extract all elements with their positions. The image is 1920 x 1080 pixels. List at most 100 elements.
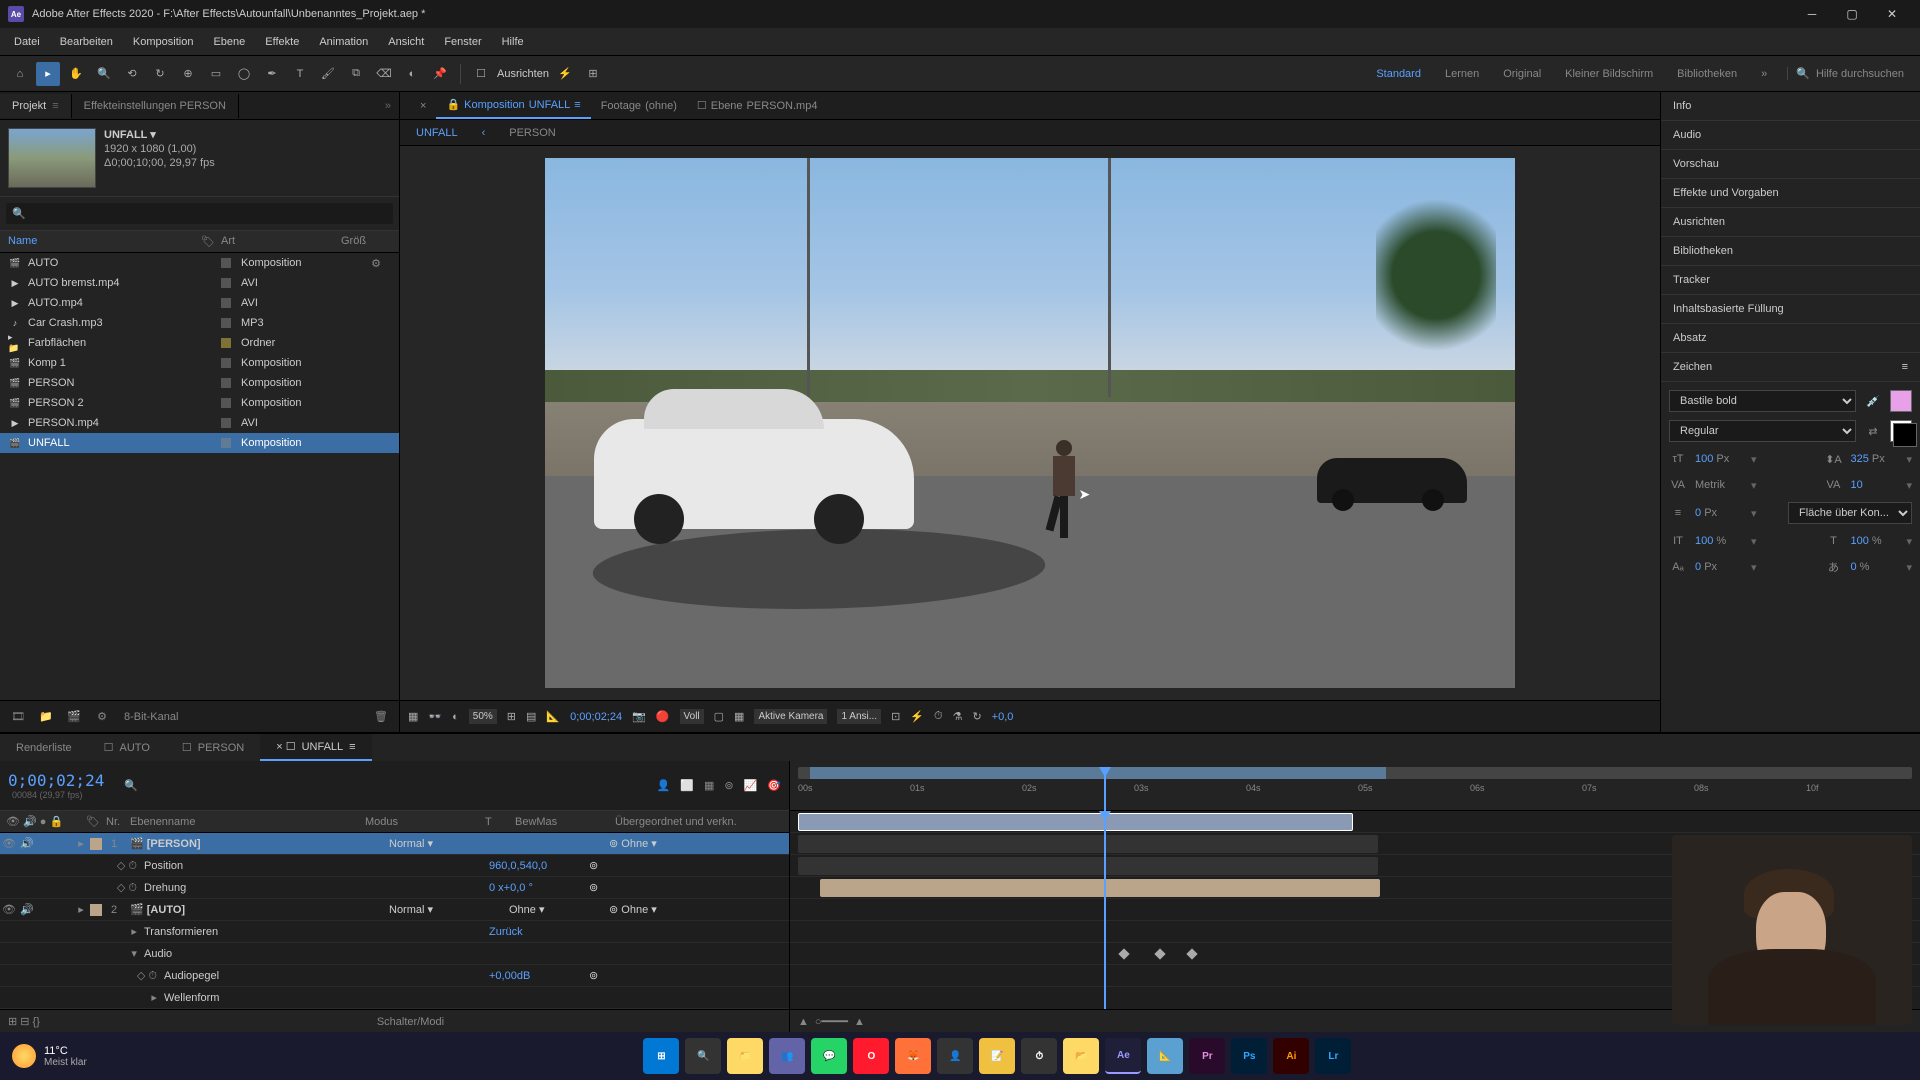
selection-tool[interactable]: ▸ xyxy=(36,62,60,86)
font-family-select[interactable]: Bastile bold xyxy=(1669,390,1856,412)
taskbar-app1[interactable]: 👤 xyxy=(937,1038,973,1074)
taskbar-opera[interactable]: O xyxy=(853,1038,889,1074)
stroke-color-swatch[interactable] xyxy=(1890,420,1912,442)
taskbar-explorer[interactable]: 📁 xyxy=(727,1038,763,1074)
project-item[interactable]: ▶AUTO bremst.mp4AVI xyxy=(0,273,399,293)
timeline-search[interactable]: 🔍 xyxy=(124,779,138,792)
rp-effekte[interactable]: Effekte und Vorgaben xyxy=(1661,179,1920,208)
snapshot-icon[interactable]: 📷 xyxy=(632,710,646,723)
rp-absatz[interactable]: Absatz xyxy=(1661,324,1920,353)
font-size[interactable]: 100 Px xyxy=(1695,453,1743,465)
3d-icon[interactable]: 👓 xyxy=(428,710,442,723)
comp-subtab-person[interactable]: PERSON xyxy=(501,123,563,143)
menu-effekte[interactable]: Effekte xyxy=(255,32,309,52)
pixel-aspect-icon[interactable]: ⊡ xyxy=(891,710,900,723)
zoom-level[interactable]: 50% xyxy=(469,709,497,724)
transparency-icon[interactable]: ▦ xyxy=(734,710,744,723)
taskbar-whatsapp[interactable]: 💬 xyxy=(811,1038,847,1074)
rp-tracker[interactable]: Tracker xyxy=(1661,266,1920,295)
menu-datei[interactable]: Datei xyxy=(4,32,50,52)
refresh-icon[interactable]: ↻ xyxy=(972,710,981,723)
taskbar-app2[interactable]: 📝 xyxy=(979,1038,1015,1074)
col-size[interactable]: Größ xyxy=(341,235,391,248)
tl-frameblend-icon[interactable]: ▦ xyxy=(704,779,714,792)
timeline-layer[interactable]: ▸ TransformierenZurück xyxy=(0,921,789,943)
taskbar-firefox[interactable]: 🦊 xyxy=(895,1038,931,1074)
timeline-layer[interactable]: ◇ ⏱ Audiopegel+0,00dB⊚ xyxy=(0,965,789,987)
text-tool[interactable]: T xyxy=(288,62,312,86)
project-item[interactable]: ▶PERSON.mp4AVI xyxy=(0,413,399,433)
workspace-original[interactable]: Original xyxy=(1503,68,1541,80)
timeline-layers[interactable]: 👁🔊▸1🎬 [PERSON]Normal ▾ ⊚ Ohne ▾◇ ⏱ Posit… xyxy=(0,833,789,1009)
swap-icon[interactable]: ⇄ xyxy=(1864,422,1882,440)
home-icon[interactable]: ⌂ xyxy=(8,62,32,86)
current-time[interactable]: 0;00;02;24 xyxy=(570,711,622,723)
minimize-button[interactable]: ─ xyxy=(1792,0,1832,28)
rp-vorschau[interactable]: Vorschau xyxy=(1661,150,1920,179)
roi-icon[interactable]: ▢ xyxy=(714,710,724,723)
new-folder-icon[interactable]: 📁 xyxy=(36,707,56,727)
tl-tab-unfall[interactable]: × ☐ UNFALL ≡ xyxy=(260,734,371,761)
taskbar-pr[interactable]: Pr xyxy=(1189,1038,1225,1074)
leading[interactable]: 325 Px xyxy=(1850,453,1898,465)
vscale[interactable]: 100 % xyxy=(1695,535,1743,547)
alpha-icon[interactable]: ▦ xyxy=(408,710,418,723)
project-item[interactable]: 🎬AUTOKomposition⚙ xyxy=(0,253,399,273)
project-list[interactable]: 🎬AUTOKomposition⚙▶AUTO bremst.mp4AVI▶AUT… xyxy=(0,253,399,700)
project-item[interactable]: 🎬PERSON 2Komposition xyxy=(0,393,399,413)
project-tab[interactable]: Projekt≡ xyxy=(0,94,72,118)
new-comp-icon[interactable]: 🎬 xyxy=(64,707,84,727)
taskbar-app3[interactable]: 📐 xyxy=(1147,1038,1183,1074)
zoom-out-icon[interactable]: ▲ xyxy=(798,1016,809,1028)
views-select[interactable]: 1 Ansi... xyxy=(837,709,881,724)
workspace-standard[interactable]: Standard xyxy=(1376,68,1421,80)
panel-expand-icon[interactable]: » xyxy=(377,100,399,112)
orbit-tool[interactable]: ⟲ xyxy=(120,62,144,86)
comp-tab-layer[interactable]: ☐ Ebene PERSON.mp4 xyxy=(687,93,828,118)
tl-tab-auto[interactable]: ☐ AUTO xyxy=(88,735,166,760)
tracking[interactable]: 10 xyxy=(1850,479,1898,491)
tsume[interactable]: 0 % xyxy=(1850,561,1898,573)
timeline-layer[interactable]: ◇ ⏱ Drehung0 x+0,0 °⊚ xyxy=(0,877,789,899)
snap-grid-icon[interactable]: ⊞ xyxy=(581,62,605,86)
eyedropper-icon[interactable]: 💉 xyxy=(1864,392,1882,410)
menu-komposition[interactable]: Komposition xyxy=(123,32,204,52)
snap-checkbox[interactable]: ☐ xyxy=(469,62,493,86)
rp-inhalt[interactable]: Inhaltsbasierte Füllung xyxy=(1661,295,1920,324)
grid-icon[interactable]: ⊞ xyxy=(507,710,516,723)
comp-tab-unfall[interactable]: 🔒 Komposition UNFALL ≡ xyxy=(436,92,590,119)
pan-behind-tool[interactable]: ⊕ xyxy=(176,62,200,86)
switches-modes[interactable]: Schalter/Modi xyxy=(377,1016,444,1028)
baseline-shift[interactable]: 0 Px xyxy=(1695,561,1743,573)
effect-controls-tab[interactable]: Effekteinstellungen PERSON xyxy=(72,94,239,118)
roto-tool[interactable]: ◐ xyxy=(400,62,424,86)
col-type[interactable]: Art xyxy=(221,235,341,248)
taskbar-weather[interactable]: 11°C Meist klar xyxy=(12,1044,87,1068)
workspace-lernen[interactable]: Lernen xyxy=(1445,68,1479,80)
eraser-tool[interactable]: ⌫ xyxy=(372,62,396,86)
rp-info[interactable]: Info xyxy=(1661,92,1920,121)
taskbar-lr[interactable]: Lr xyxy=(1315,1038,1351,1074)
tl-draft3d-icon[interactable]: ⬜ xyxy=(680,779,694,792)
col-label-icon[interactable]: 🏷 xyxy=(201,235,221,248)
ruler-icon[interactable]: 📐 xyxy=(546,710,560,723)
brush-tool[interactable]: 🖌 xyxy=(316,62,340,86)
channels-icon[interactable]: 🔴 xyxy=(656,710,670,723)
project-item[interactable]: 🎬UNFALLKomposition xyxy=(0,433,399,453)
timeline-icon[interactable]: ⏱ xyxy=(934,710,943,723)
fill-color-swatch[interactable] xyxy=(1890,390,1912,412)
kerning[interactable]: Metrik xyxy=(1695,479,1743,491)
close-button[interactable]: ✕ xyxy=(1872,0,1912,28)
puppet-tool[interactable]: 📌 xyxy=(428,62,452,86)
menu-bearbeiten[interactable]: Bearbeiten xyxy=(50,32,123,52)
project-item[interactable]: ♪Car Crash.mp3MP3 xyxy=(0,313,399,333)
clone-tool[interactable]: ⧉ xyxy=(344,62,368,86)
bit-depth[interactable]: 8-Bit-Kanal xyxy=(124,711,178,723)
taskbar-clock[interactable]: ⏱ xyxy=(1021,1038,1057,1074)
hscale[interactable]: 100 % xyxy=(1850,535,1898,547)
workspace-bibliotheken[interactable]: Bibliotheken xyxy=(1677,68,1737,80)
zoom-in-icon[interactable]: ▲ xyxy=(854,1016,865,1028)
workspace-kleiner[interactable]: Kleiner Bildschirm xyxy=(1565,68,1653,80)
stroke-width[interactable]: 0 Px xyxy=(1695,507,1743,519)
fill-over-select[interactable]: Fläche über Kon... xyxy=(1788,502,1912,524)
